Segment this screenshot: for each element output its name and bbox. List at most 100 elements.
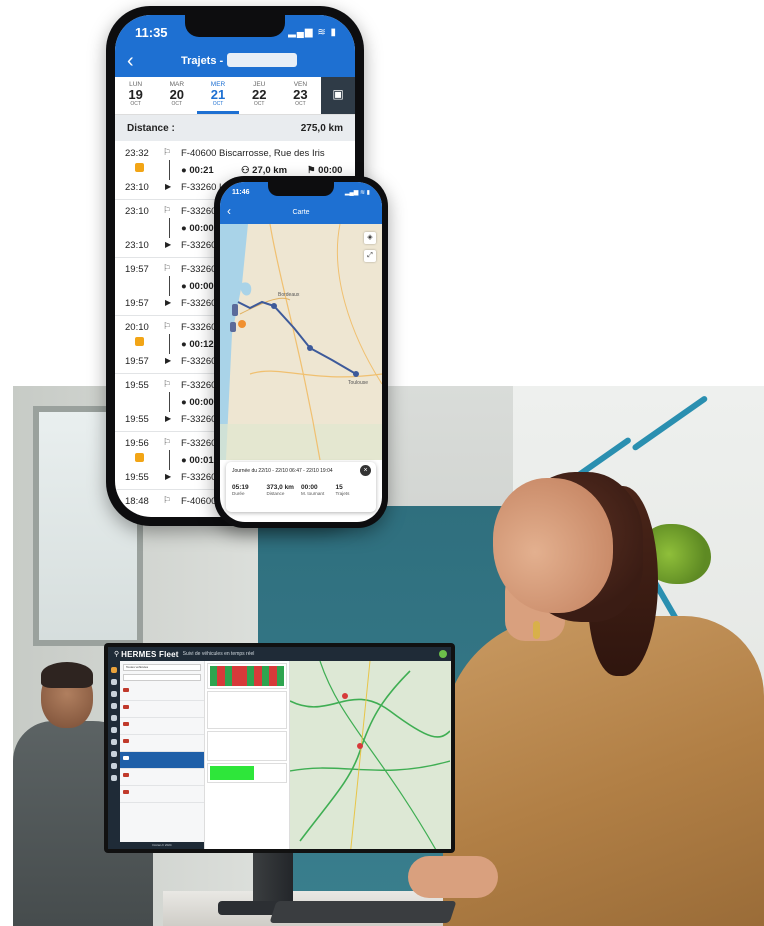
phone-notch — [268, 182, 334, 196]
activity-card — [207, 663, 287, 689]
nav-icon[interactable] — [111, 739, 117, 745]
vehicle-filter-select[interactable]: Toutes véhicules — [123, 664, 201, 671]
day-tab[interactable]: MER 21 OCT — [197, 77, 239, 114]
nav-icon[interactable] — [111, 679, 117, 685]
map-screen: 11:46 ▂▄▆ ≋ ▮ ‹ Carte Bordeaux Toulouse … — [220, 182, 382, 522]
vehicle-row[interactable] — [120, 735, 204, 752]
trip-line — [169, 218, 170, 238]
flag-icon: ⚐ — [163, 321, 172, 331]
vehicle-row[interactable] — [120, 684, 204, 701]
vehicle-search-input[interactable] — [123, 674, 201, 681]
driving-time-bar — [210, 766, 255, 780]
flag-icon: ⚐ — [163, 263, 172, 273]
route-map-svg: Bordeaux Toulouse — [220, 224, 382, 460]
phone-map: 11:46 ▂▄▆ ≋ ▮ ‹ Carte Bordeaux Toulouse … — [214, 176, 388, 528]
dashboard-nav-rail — [108, 661, 120, 849]
journey-stats: 05:19 Durée 373,0 km Distance 00:00 M. tourna… — [232, 484, 370, 496]
city-label: Toulouse — [348, 380, 368, 386]
play-icon: ▶ — [165, 414, 172, 423]
close-icon[interactable]: × — [360, 465, 371, 476]
stat-label: Trajets — [335, 491, 350, 496]
trip-duration: ● 00:21 — [181, 165, 214, 176]
stat-label: M. tournant — [301, 491, 325, 496]
stat-value: 373,0 km — [266, 484, 294, 491]
stat-label: Durée — [232, 491, 245, 496]
journey-stat: 15 Trajets — [336, 484, 371, 496]
user-avatar[interactable] — [439, 650, 447, 658]
nav-icon[interactable] — [111, 751, 117, 757]
vehicle-detail-panel — [205, 661, 290, 849]
phone-notch — [185, 15, 285, 37]
trip-end-time: 23:10 — [125, 182, 149, 193]
info-card — [207, 691, 287, 729]
city-label: Bordeaux — [278, 292, 300, 298]
stat-value: 15 — [335, 484, 343, 491]
day-tab[interactable]: JEU 22 OCT — [239, 77, 280, 114]
keyboard — [269, 901, 457, 923]
nav-icon[interactable] — [111, 763, 117, 769]
vehicle-row[interactable] — [120, 769, 204, 786]
trip-line — [169, 450, 170, 470]
trip-line — [169, 160, 170, 180]
trip-duration: ● 00:00 — [181, 223, 214, 234]
duration-value: 00:00 — [189, 281, 214, 292]
flag-icon: ⚐ — [163, 437, 172, 447]
fullscreen-icon[interactable]: ⤢ — [364, 250, 376, 262]
day-number: 19 — [128, 87, 143, 102]
play-icon: ▶ — [165, 240, 172, 249]
fleet-dashboard: ⚲ HERMES Fleet Suivi de véhicules en tem… — [108, 647, 451, 849]
brand-subtitle: Suivi de véhicules en temps réel — [182, 651, 255, 657]
day-tab[interactable]: VEN 23 OCT — [280, 77, 321, 114]
trip-duration: ● 00:00 — [181, 281, 214, 292]
flag-icon: ⚐ — [163, 495, 172, 505]
journey-period: Journée du 22/10 - 22/10 06:47 - 22/10 1… — [232, 468, 333, 474]
status-icons: ▂▄▆ ≋ ▮ — [288, 27, 337, 38]
stat-value: 00:00 — [301, 484, 318, 491]
route-map[interactable]: Bordeaux Toulouse ◈ ⤢ — [220, 224, 382, 460]
duration-value: 00:01 — [189, 455, 214, 466]
day-selector: LUN 19 OCT MAR 20 OCT MER 21 OCT JEU 22 OCT VEN 23 OCT… — [115, 77, 355, 115]
nav-icon[interactable] — [111, 703, 117, 709]
day-month: OCT — [212, 101, 224, 107]
vehicle-row-selected[interactable] — [120, 752, 204, 769]
vehicle-list: Toutes véhicules Dorian-fr 2024 — [120, 661, 205, 849]
day-tab[interactable]: LUN 19 OCT — [115, 77, 156, 114]
nav-icon[interactable] — [111, 715, 117, 721]
play-icon: ▶ — [165, 356, 172, 365]
duration-value: 00:00 — [189, 223, 214, 234]
status-time: 11:46 — [232, 189, 250, 196]
day-month: OCT — [295, 101, 306, 107]
status-time: 11:35 — [135, 25, 168, 40]
vehicle-row[interactable] — [120, 786, 204, 803]
day-number: 22 — [251, 87, 267, 102]
journey-summary-card: Journée du 22/10 - 22/10 06:47 - 22/10 1… — [226, 462, 376, 512]
brand-name: HERMES Fleet — [121, 649, 179, 659]
activity-bars — [210, 666, 285, 686]
flag-icon: ⚐ — [163, 147, 172, 157]
day-number: 20 — [169, 87, 185, 102]
nav-icon[interactable] — [111, 691, 117, 697]
trip-end-time: 19:55 — [125, 414, 149, 425]
nav-icon[interactable] — [111, 775, 117, 781]
trip-start-time: 19:57 — [125, 264, 149, 275]
flag-icon: ⚐ — [163, 379, 172, 389]
layers-icon[interactable]: ◈ — [364, 232, 376, 244]
distance-summary: Distance : 275,0 km — [115, 115, 355, 141]
day-month: OCT — [171, 101, 183, 107]
dashboard-topbar: ⚲ HERMES Fleet Suivi de véhicules en tem… — [108, 647, 451, 661]
journey-stat: 373,0 km Distance — [267, 484, 302, 496]
dashboard-map[interactable] — [290, 661, 451, 849]
duration-value: 00:12 — [189, 339, 214, 350]
trip-end-time: 19:55 — [125, 472, 149, 483]
play-icon: ▶ — [165, 472, 172, 481]
nav-icon[interactable] — [111, 667, 117, 673]
trip-end-time: 19:57 — [125, 356, 149, 367]
calendar-icon[interactable]: ▣ — [321, 77, 355, 114]
day-tab[interactable]: MAR 20 OCT — [156, 77, 197, 114]
driving-time-card — [207, 763, 287, 783]
nav-icon[interactable] — [111, 727, 117, 733]
distance-value: 275,0 km — [300, 122, 343, 134]
vehicle-row[interactable] — [120, 701, 204, 718]
vehicle-row[interactable] — [120, 718, 204, 735]
back-arrow-icon[interactable]: ‹ — [127, 51, 134, 71]
